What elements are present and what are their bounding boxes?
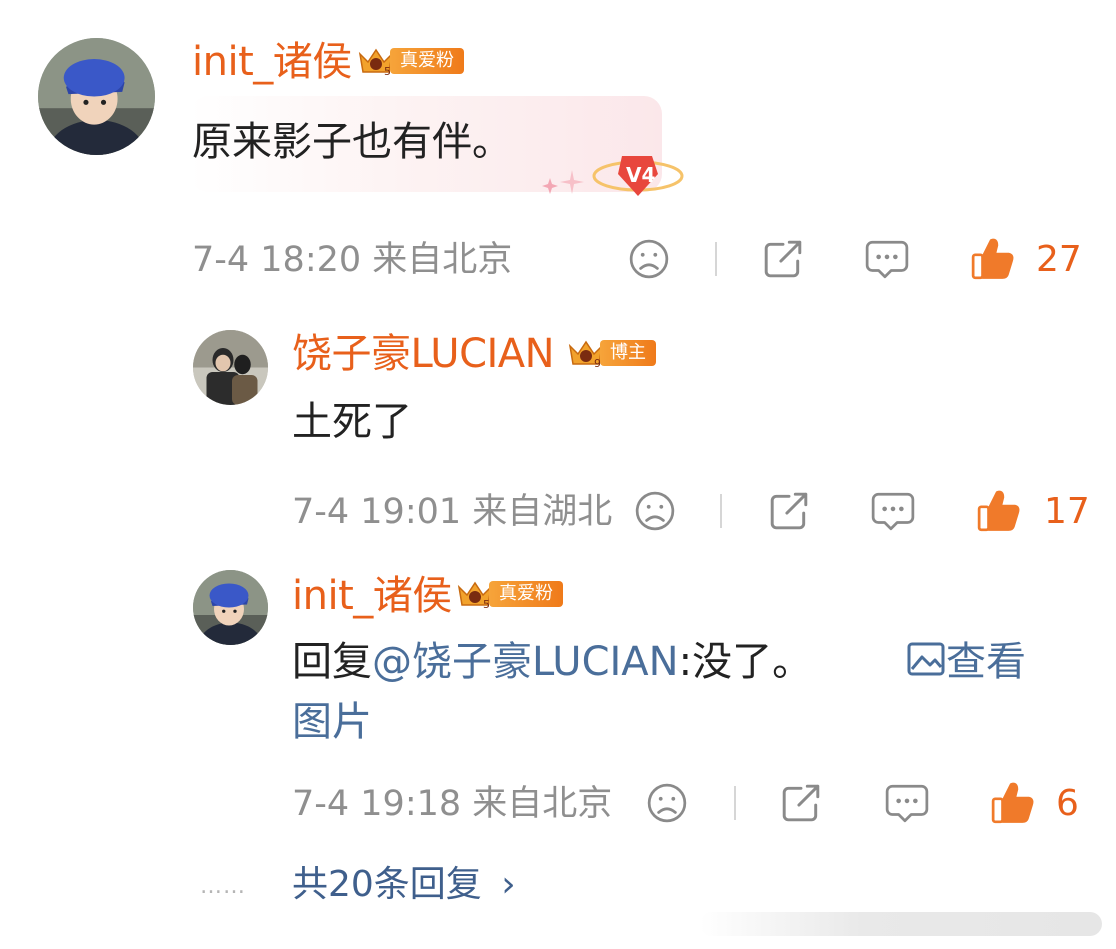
fan-badge[interactable]: 5 真爱粉	[356, 46, 464, 78]
comment-icon[interactable]	[864, 238, 910, 280]
more-dots: ……	[200, 874, 246, 899]
like-count: 6	[1056, 783, 1079, 824]
scroll-indicator	[700, 912, 1102, 936]
like-count: 17	[1044, 491, 1090, 532]
divider	[715, 242, 717, 276]
avatar-photo	[38, 38, 155, 155]
badge-label: 博主	[600, 340, 656, 366]
badge-label: 真爱粉	[390, 48, 464, 74]
dislike-icon[interactable]	[646, 782, 688, 824]
mention-link[interactable]: @饶子豪LUCIAN	[372, 639, 679, 685]
dislike-icon[interactable]	[628, 238, 670, 280]
more-replies-link[interactable]: 共20条回复 ›	[292, 862, 516, 908]
avatar-photo	[193, 570, 268, 645]
comment-icon[interactable]	[870, 490, 916, 532]
view-image-link-cont[interactable]: 图片	[292, 696, 372, 748]
blogger-badge[interactable]: 9 博主	[566, 338, 656, 370]
like-count: 27	[1036, 239, 1082, 280]
comment-time: 7-4 19:18 来自北京	[292, 784, 613, 824]
dislike-icon[interactable]	[634, 490, 676, 532]
like-icon[interactable]	[990, 780, 1036, 826]
username[interactable]: init_诸侯	[292, 572, 452, 620]
comment-icon[interactable]	[884, 782, 930, 824]
avatar[interactable]	[193, 570, 268, 645]
reply-prefix: 回复	[292, 639, 372, 685]
comment-text[interactable]: 原来影子也有伴。	[192, 116, 512, 168]
share-icon[interactable]	[780, 782, 822, 824]
chevron-right-icon: ›	[501, 864, 516, 905]
divider	[720, 494, 722, 528]
comment-text[interactable]: 土死了	[292, 396, 412, 448]
avatar[interactable]	[193, 330, 268, 405]
fan-badge[interactable]: 5 真爱粉	[455, 579, 563, 611]
avatar[interactable]	[38, 38, 155, 155]
like-icon[interactable]	[976, 488, 1022, 534]
share-icon[interactable]	[762, 238, 804, 280]
svg-text:V4: V4	[626, 163, 655, 187]
view-image-link[interactable]: 查看	[906, 636, 1026, 688]
comment-time: 7-4 18:20 来自北京	[192, 240, 513, 280]
image-icon	[907, 642, 945, 676]
avatar-photo	[193, 330, 268, 405]
reply-text: :没了。	[678, 639, 813, 685]
like-icon[interactable]	[970, 236, 1016, 282]
comment-text[interactable]: 回复@饶子豪LUCIAN:没了。	[292, 636, 812, 688]
comment-time: 7-4 19:01 来自湖北	[292, 492, 613, 532]
badge-label: 真爱粉	[489, 581, 563, 607]
share-icon[interactable]	[768, 490, 810, 532]
sparkle-badge-icon: V4	[542, 156, 684, 196]
divider	[734, 786, 736, 820]
username[interactable]: 饶子豪LUCIAN	[292, 330, 555, 378]
username[interactable]: init_诸侯	[192, 38, 352, 86]
